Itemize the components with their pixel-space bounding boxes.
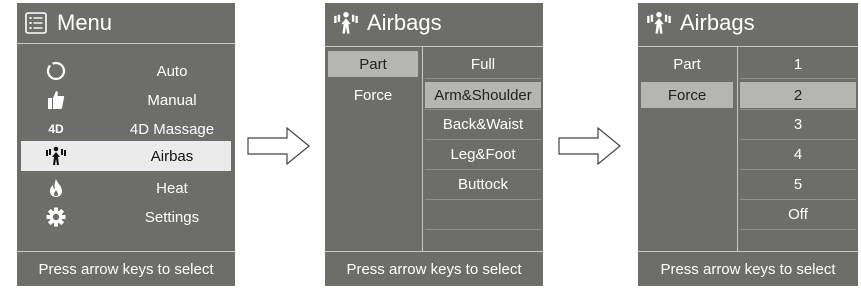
page-title: Airbags	[367, 10, 442, 35]
level-4[interactable]: 4	[740, 141, 856, 167]
menu-header: Menu	[17, 3, 235, 43]
row-separator	[425, 229, 541, 230]
airbag-figure-icon	[333, 11, 359, 35]
footer-hint: Press arrow keys to select	[346, 260, 522, 278]
menu-item-heat[interactable]: Heat	[21, 173, 231, 203]
menu-item-manual[interactable]: Manual	[21, 85, 231, 115]
menu-item-auto[interactable]: Auto	[21, 56, 231, 86]
row-separator	[740, 199, 856, 200]
tab-part[interactable]: Part	[328, 51, 418, 77]
column-divider	[737, 46, 738, 251]
level-1[interactable]: 1	[740, 51, 856, 77]
airbags-header: Airbags	[325, 3, 543, 43]
row-separator	[425, 78, 541, 79]
right-arrow-icon	[558, 126, 621, 166]
menu-item-settings[interactable]: Settings	[21, 202, 231, 232]
column-divider	[422, 46, 423, 251]
row-separator	[425, 109, 541, 110]
row-separator	[740, 169, 856, 170]
tab-force[interactable]: Force	[641, 82, 733, 108]
airbag-figure-icon	[646, 11, 672, 35]
menu-item-label: Manual	[147, 91, 197, 109]
page-title: Airbags	[680, 10, 755, 35]
row-separator	[425, 169, 541, 170]
header-divider	[325, 46, 543, 47]
row-separator	[740, 109, 856, 110]
airbags-force-screen: Airbags Part Force 1 2 3 4 5 Off Press a…	[638, 3, 858, 286]
level-2[interactable]: 2	[740, 82, 856, 108]
footer-hint: Press arrow keys to select	[660, 260, 836, 278]
tab-force[interactable]: Force	[328, 82, 418, 108]
option-leg-foot[interactable]: Leg&Foot	[425, 141, 541, 167]
4d-icon: 4D	[45, 118, 67, 140]
4d-badge: 4D	[48, 122, 64, 136]
airbags-header: Airbags	[638, 3, 858, 43]
header-divider	[17, 43, 235, 44]
row-separator	[425, 139, 541, 140]
level-3[interactable]: 3	[740, 111, 856, 137]
airbag-figure-icon	[45, 145, 67, 167]
menu-item-airbags[interactable]: Airbas	[21, 141, 231, 171]
menu-item-4d-massage[interactable]: 4D 4D Massage	[21, 114, 231, 144]
footer-hint: Press arrow keys to select	[38, 260, 214, 278]
header-divider	[638, 46, 858, 47]
right-arrow-icon	[247, 126, 310, 166]
thumbs-up-icon	[45, 89, 67, 111]
level-5[interactable]: 5	[740, 171, 856, 197]
gear-icon	[45, 206, 67, 228]
tab-part[interactable]: Part	[641, 51, 733, 77]
menu-item-label: Airbas	[150, 147, 194, 165]
row-separator	[740, 78, 856, 79]
option-full[interactable]: Full	[425, 51, 541, 77]
airbags-part-screen: Airbags Part Force Full Arm&Shoulder Bac…	[325, 3, 543, 286]
menu-item-label: 4D Massage	[129, 120, 215, 138]
option-arm-shoulder[interactable]: Arm&Shoulder	[425, 82, 541, 108]
option-buttock[interactable]: Buttock	[425, 171, 541, 197]
option-back-waist[interactable]: Back&Waist	[425, 111, 541, 137]
menu-screen: Menu Auto Manual 4D 4D Massage Airbas He…	[17, 3, 235, 286]
page-title: Menu	[57, 10, 113, 35]
auto-cycle-icon	[45, 60, 67, 82]
level-off[interactable]: Off	[740, 201, 856, 227]
menu-item-label: Auto	[156, 62, 188, 80]
flame-icon	[45, 177, 67, 199]
menu-item-label: Heat	[156, 179, 188, 197]
menu-item-label: Settings	[144, 208, 200, 226]
menu-list-icon	[25, 12, 47, 34]
row-separator	[740, 139, 856, 140]
row-separator	[740, 229, 856, 230]
row-separator	[425, 199, 541, 200]
